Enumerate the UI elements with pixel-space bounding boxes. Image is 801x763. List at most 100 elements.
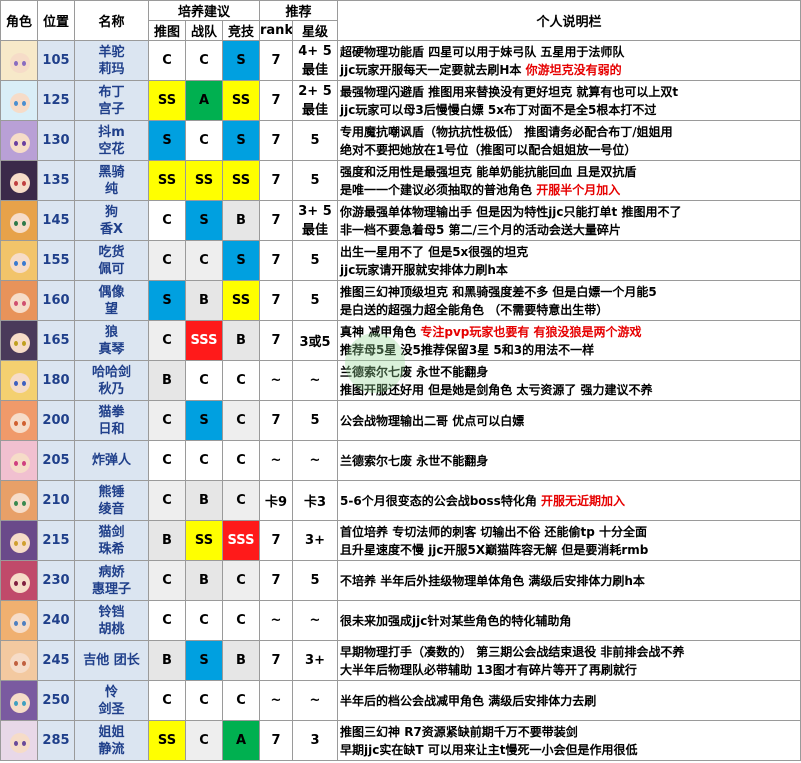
avatar-cell [0,640,38,681]
table-row: 215 猫剑 珠希 B SS SSS 7 3+ 首位培养 专切法师的刺客 切输出不俗 还能偷tp… [0,520,801,561]
grade-arena: C [222,680,260,721]
avatar [1,41,37,80]
avatar-cell [0,160,38,201]
table-row: 135 黑骑纯 SS SS SS 7 5 强度和泛用性是最强坦克 能单奶能抗能回血 且是双抗盾… [0,160,801,201]
position-cell: 215 [37,520,75,561]
note-cell: 强度和泛用性是最强坦克 能单奶能抗能回血 且是双抗盾 是唯一一个建议必须抽取的普池… [337,160,801,201]
grade-clan: C [185,440,223,481]
avatar-eye [14,501,18,506]
note-text: 推图三幻神顶级坦克 和黑骑强度差不多 但是白嫖一个月能5 [340,284,657,299]
name-line: 日和 [98,421,125,437]
note-line: 早期物理打手（凑数的） 第三期公会战结束退役 非前排会战不养 [340,643,798,661]
avatar-cell [0,40,38,81]
name-line: 怜 [104,684,118,700]
table-row: 125 布丁 宫子 SS A SS 7 2+ 5最佳 最强物理闪避盾 推图用来替换没有更好坦克 … [0,80,801,121]
rank-cell: 7 [259,240,293,281]
grade-arena: C [222,600,260,641]
name-line: 纯 [104,181,118,197]
avatar-eye [14,421,18,426]
rank-cell: 7 [259,640,293,681]
star-cell: 2+ 5最佳 [291,80,339,121]
star-cell: 4+ 5最佳 [291,40,339,81]
avatar [1,481,37,520]
name-line: 姐姐 [98,724,125,740]
avatar-eye [22,661,26,666]
name-line: 莉玛 [98,61,125,77]
grade-clan: S [185,400,223,441]
avatar-eye [22,381,26,386]
header-avatar: 角色 [0,0,38,41]
grade-push: C [148,680,186,721]
note-text: 早期物理打手（凑数的） 第三期公会战结束退役 非前排会战不养 [340,644,685,659]
note-line: 早期jjc实在缺T 可以用来让主t慢死一小会但是作用很低 [340,741,798,759]
name-line: 黑骑 [98,164,125,180]
avatar-eye [14,381,18,386]
star-cell: ~ [291,680,339,721]
note-line: 推荐母5星 没5推荐保留3星 5和3的用法不一样 [340,341,798,359]
avatar-face [10,373,30,393]
note-cell: 半年后的档公会战减甲角色 满级后安排体力去刷 [337,680,801,721]
header-arena: 竞技 [222,20,260,41]
note-text: 5-6个月很变态的公会战boss特化角 [340,493,541,508]
note-text: 很未来加强成jjc针对某些角色的特化辅助角 [340,613,572,628]
note-text: 最强物理闪避盾 推图用来替换没有更好坦克 就算有也可以上双t [340,84,679,99]
note-text: 且升星速度不慢 jjc开服5X巅猫阵容无解 但是要消耗rmb [340,542,649,557]
grade-clan: C [185,600,223,641]
table-row: 240 铃铛 胡桃 C C C ~ ~ 很未来加强成jjc针对某些角色的特化辅助角 [0,600,801,641]
note-text: 大半年后物理队必带辅助 13图才有碎片等开了再刷就行 [340,662,637,677]
note-line: 公会战物理输出二哥 优点可以白嫖 [340,412,798,430]
grade-clan: C [185,720,223,761]
name-line: 珠希 [98,541,125,557]
note-highlight: 专注pvp玩家也要有 有狼没狼是两个游戏 [420,324,642,339]
grade-push: S [148,280,186,321]
position-cell: 130 [37,120,75,161]
grade-clan: C [185,360,223,401]
table-row: 160 偶像望 S B SS 7 5 推图三幻神顶级坦克 和黑骑强度差不多 但是白嫖一个月能5… [0,280,801,321]
avatar-cell [0,560,38,601]
grade-clan: C [185,240,223,281]
position-cell: 200 [37,400,75,441]
note-text: 早期jjc实在缺T 可以用来让主t慢死一小会但是作用很低 [340,742,638,757]
avatar-eye [22,621,26,626]
note-text: 绝对不要把她放在1号位（推图可以配合姐姐放一号位） [340,142,637,157]
avatar-face [10,453,30,473]
grade-push: S [148,120,186,161]
avatar-eye [22,301,26,306]
note-line: 大半年后物理队必带辅助 13图才有碎片等开了再刷就行 [340,661,798,679]
name-cell: 铃铛 胡桃 [74,600,149,641]
position-cell: 105 [37,40,75,81]
note-line: 不培养 半年后外挂级物理单体角色 满级后安排体力刷h本 [340,572,798,590]
note-line: jjc玩家请开服就安排体力刷h本 [340,261,798,279]
note-text: 非一档不要急着母5 第二/三个月的活动会送大量碎片 [340,222,621,237]
avatar-face [10,413,30,433]
note-text: 超硬物理功能盾 四星可以用于妹弓队 五星用于法师队 [340,44,625,59]
name-cell: 羊驼 莉玛 [74,40,149,81]
position-cell: 165 [37,320,75,361]
name-line: 佩可 [98,261,125,277]
note-line: 强度和泛用性是最强坦克 能单奶能抗能回血 且是双抗盾 [340,163,798,181]
name-cell: 猫剑 珠希 [74,520,149,561]
avatar-face [10,613,30,633]
note-cell: 兰德索尔七废 永世不能翻身 推图开服还好用 但是她是剑角色 太亏资源了 强力建议不… [337,360,801,401]
avatar-eye [22,741,26,746]
grade-clan: B [185,480,223,521]
avatar-eye [14,301,18,306]
position-cell: 250 [37,680,75,721]
avatar-cell [0,720,38,761]
avatar-eye [22,541,26,546]
table-row: 145 狗香X C S B 7 3+ 5最佳 你游最强单体物理输出手 但是因为特性jjc只能打… [0,200,801,241]
avatar-cell [0,400,38,441]
table-row: 155 吃货 佩可 C C S 7 5 出生一星用不了 但是5x很强的坦克 jjc玩家请开服就安… [0,240,801,281]
avatar-eye [22,421,26,426]
name-line: 绫音 [98,501,125,517]
star-cell: 3+ 5最佳 [291,200,339,241]
avatar [1,81,37,120]
avatar [1,601,37,640]
rank-cell: 7 [259,400,293,441]
name-line: 秋乃 [98,381,125,397]
grade-arena: C [222,360,260,401]
avatar-face [10,333,30,353]
avatar-eye [14,141,18,146]
position-cell: 240 [37,600,75,641]
avatar-face [10,213,30,233]
